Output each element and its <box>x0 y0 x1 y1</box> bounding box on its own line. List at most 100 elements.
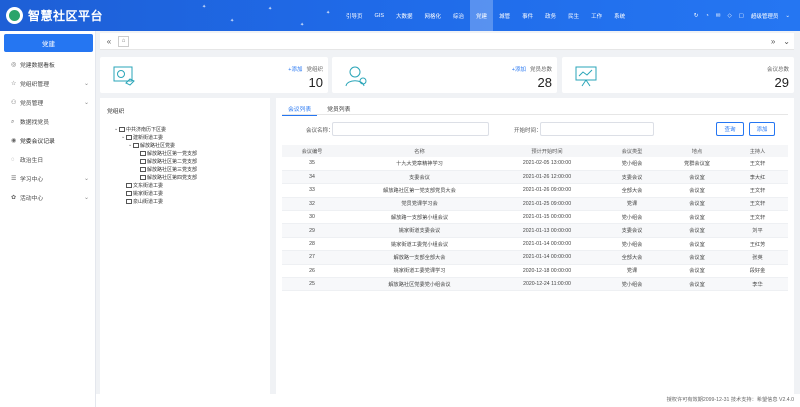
dashboard-icon: ◎ <box>11 61 17 68</box>
table-row[interactable]: 34 支委会议 2021-01-26 12:00:00 支委会议 会议室 李大红 <box>282 170 788 185</box>
nav-item[interactable]: GIS <box>369 0 390 31</box>
table-cell: 26 <box>282 264 342 279</box>
fullscreen-icon[interactable]: ▢ <box>739 13 744 19</box>
nav-item[interactable]: 党建 <box>470 0 494 31</box>
sidebar-item[interactable]: ◌ 政治生日 <box>0 150 95 169</box>
nav-item[interactable]: 引导页 <box>340 0 369 31</box>
nav-item[interactable]: 大数据 <box>390 0 419 31</box>
sidebar-item[interactable]: ✿ 活动中心 ⌄ <box>0 188 95 207</box>
stat-card-meeting: 会议总数 29 <box>562 57 794 93</box>
tree-node[interactable]: 解放路社区第四党支部 <box>114 173 197 181</box>
home-tab-icon[interactable]: ⌂ <box>118 35 129 47</box>
table-row[interactable]: 26 姚家街道工委党课学习 2020-12-18 00:00:00 党课 会议室 段好金 <box>282 264 788 279</box>
meeting-name-label: 会议名称： <box>306 128 334 134</box>
tree-node[interactable]: ⌄ 中共济南历下区委 <box>114 125 197 133</box>
sidebar-item[interactable]: ⚇ 党员管理 ⌄ <box>0 93 95 112</box>
table-row[interactable]: 29 姚家街道支委会议 2021-01-13 00:00:00 支委会议 会议室 刘平 <box>282 223 788 238</box>
sidebar-item[interactable]: ☰ 学习中心 ⌄ <box>0 169 95 188</box>
tree-node[interactable]: ⌄ 解放路社区党委 <box>114 141 197 149</box>
tree-node[interactable]: 泉山街道工委 <box>114 197 197 205</box>
user-menu[interactable]: 超级管理员 <box>751 12 779 20</box>
top-nav: 引导页 GIS 大数据 网格化 综治 党建 城管 事件 政务 民生 工作 系统 <box>340 0 631 31</box>
tree-node[interactable]: 解放路社区第二党支部 <box>114 157 197 165</box>
table-row[interactable]: 32 党员党课学习会 2021-01-25 09:00:00 党课 会议室 王文轩 <box>282 197 788 212</box>
start-time-input[interactable] <box>540 122 654 136</box>
nav-item[interactable]: 事件 <box>516 0 539 31</box>
meeting-panel: 会议列表 党员列表 会议名称： 开始时间： 查询 添加 会议编号 名称 预计开始时间会… <box>276 98 794 407</box>
chevron-down-icon[interactable]: ⌄ <box>783 37 790 46</box>
table-cell: 段好金 <box>727 264 788 279</box>
stat-card-org: +添加 党组织 10 <box>100 57 328 93</box>
table-cell: 李华 <box>727 277 788 292</box>
nav-item[interactable]: 综治 <box>447 0 470 31</box>
table-cell: 王文轩 <box>727 157 788 171</box>
table-cell: 33 <box>282 183 342 198</box>
add-button[interactable]: 添加 <box>749 122 775 136</box>
folder-icon <box>140 150 146 156</box>
org-panel-title: 党组织 <box>107 109 125 115</box>
double-chevron-right-icon[interactable]: » <box>771 37 775 46</box>
table-cell: 会议室 <box>667 250 727 265</box>
table-row[interactable]: 28 姚家街道工委党小组会议 2021-01-14 00:00:00 党小组会 会议室王… <box>282 237 788 252</box>
table-cell: 32 <box>282 197 342 212</box>
column-header: 会议类型 <box>597 145 667 157</box>
table-row[interactable]: 33 解放路社区第一党支部党员大会 2021-01-26 09:00:00 全部大会会… <box>282 183 788 198</box>
table-row[interactable]: 25 解放路社区党委党小组会议 2020-12-24 11:00:00 党小组会 会议室… <box>282 277 788 292</box>
sidebar-item[interactable]: ☆ 党组织管理 ⌄ <box>0 74 95 93</box>
stat-value: 28 <box>537 75 552 90</box>
logo-icon <box>6 7 23 24</box>
meeting-name-input[interactable] <box>332 122 489 136</box>
chevron-down-icon: ⌄ <box>83 176 89 182</box>
logo: 智慧社区平台 <box>0 7 150 24</box>
table-cell: 34 <box>282 170 342 185</box>
table-cell: 党群会议室 <box>667 157 727 171</box>
table-row[interactable]: 35 十九大党章精神学习 2021-02-05 13:00:00 党小组会 党群会议室王… <box>282 157 788 171</box>
sidebar-item-label: 党员管理 <box>20 101 44 107</box>
message-icon[interactable]: ✉ <box>716 13 721 19</box>
table-cell: 解放路一支部全部大会 <box>342 250 497 265</box>
chevron-down-icon[interactable]: ⌄ <box>785 13 790 19</box>
tree-node[interactable]: 文东街道工委 <box>114 181 197 189</box>
nav-item[interactable]: 城管 <box>493 0 516 31</box>
tree-node[interactable]: 解放路社区第三党支部 <box>114 165 197 173</box>
sidebar-item[interactable]: ◎ 党建数据看板 <box>0 55 95 74</box>
double-chevron-left-icon[interactable]: « <box>100 37 118 46</box>
tree-node[interactable]: 解放路社区第一党支部 <box>114 149 197 157</box>
add-member-link[interactable]: +添加 <box>512 67 526 73</box>
table-cell: 28 <box>282 237 342 252</box>
table-row[interactable]: 30 解放路一支部第小组会议 2021-01-15 00:00:00 党小组会 会议室王… <box>282 210 788 225</box>
add-org-link[interactable]: +添加 <box>288 67 302 73</box>
nav-item[interactable]: 系统 <box>608 0 631 31</box>
tree-node[interactable]: ⌄ 建新街道工委 <box>114 133 197 141</box>
table-cell: 党小组会 <box>597 157 667 171</box>
table-cell: 会议室 <box>667 237 727 252</box>
table-cell: 党小组会 <box>597 210 667 225</box>
table-cell: 2021-01-13 00:00:00 <box>497 223 597 238</box>
nav-item[interactable]: 工作 <box>585 0 608 31</box>
tree-node[interactable]: 姚家街道工委 <box>114 189 197 197</box>
table-cell: 会议室 <box>667 264 727 279</box>
refresh-icon[interactable]: ↻ <box>694 13 699 19</box>
query-button[interactable]: 查询 <box>716 122 744 136</box>
tree-node-label: 解放路社区第四党支部 <box>147 174 198 181</box>
nav-item[interactable]: 网格化 <box>419 0 448 31</box>
stat-card-member: +添加 党员总数 28 <box>332 57 557 93</box>
bell-icon[interactable]: ◔ <box>706 13 709 19</box>
tag-icon[interactable]: ◇ <box>727 13 731 19</box>
nav-item[interactable]: 政务 <box>539 0 562 31</box>
table-cell: 解放路社区党委党小组会议 <box>342 277 497 292</box>
table-cell: 党课 <box>597 197 667 212</box>
user-icon: ⚇ <box>11 99 17 106</box>
table-cell: 29 <box>282 223 342 238</box>
sidebar-item[interactable]: ◉ 党委会议记录 <box>0 131 95 150</box>
table-cell: 王文轩 <box>727 183 788 198</box>
meeting-table: 会议编号 名称 预计开始时间 会议类型 地点 主持人 35 十九大党章精神学习 2021-02… <box>282 145 788 292</box>
column-header: 会议编号 <box>282 145 342 157</box>
sidebar-item-label: 学习中心 <box>20 177 44 183</box>
search-icon: ⌕ <box>11 118 15 125</box>
sidebar-item[interactable]: ⌕ 数据找党员 <box>0 112 95 131</box>
nav-item[interactable]: 民生 <box>562 0 585 31</box>
table-row[interactable]: 27 解放路一支部全部大会 2021-01-14 00:00:00 全部大会 会议室 张英 <box>282 250 788 265</box>
table-cell: 姚家街道工委党课学习 <box>342 264 497 279</box>
tree-node-label: 解放路社区第二党支部 <box>147 158 198 165</box>
